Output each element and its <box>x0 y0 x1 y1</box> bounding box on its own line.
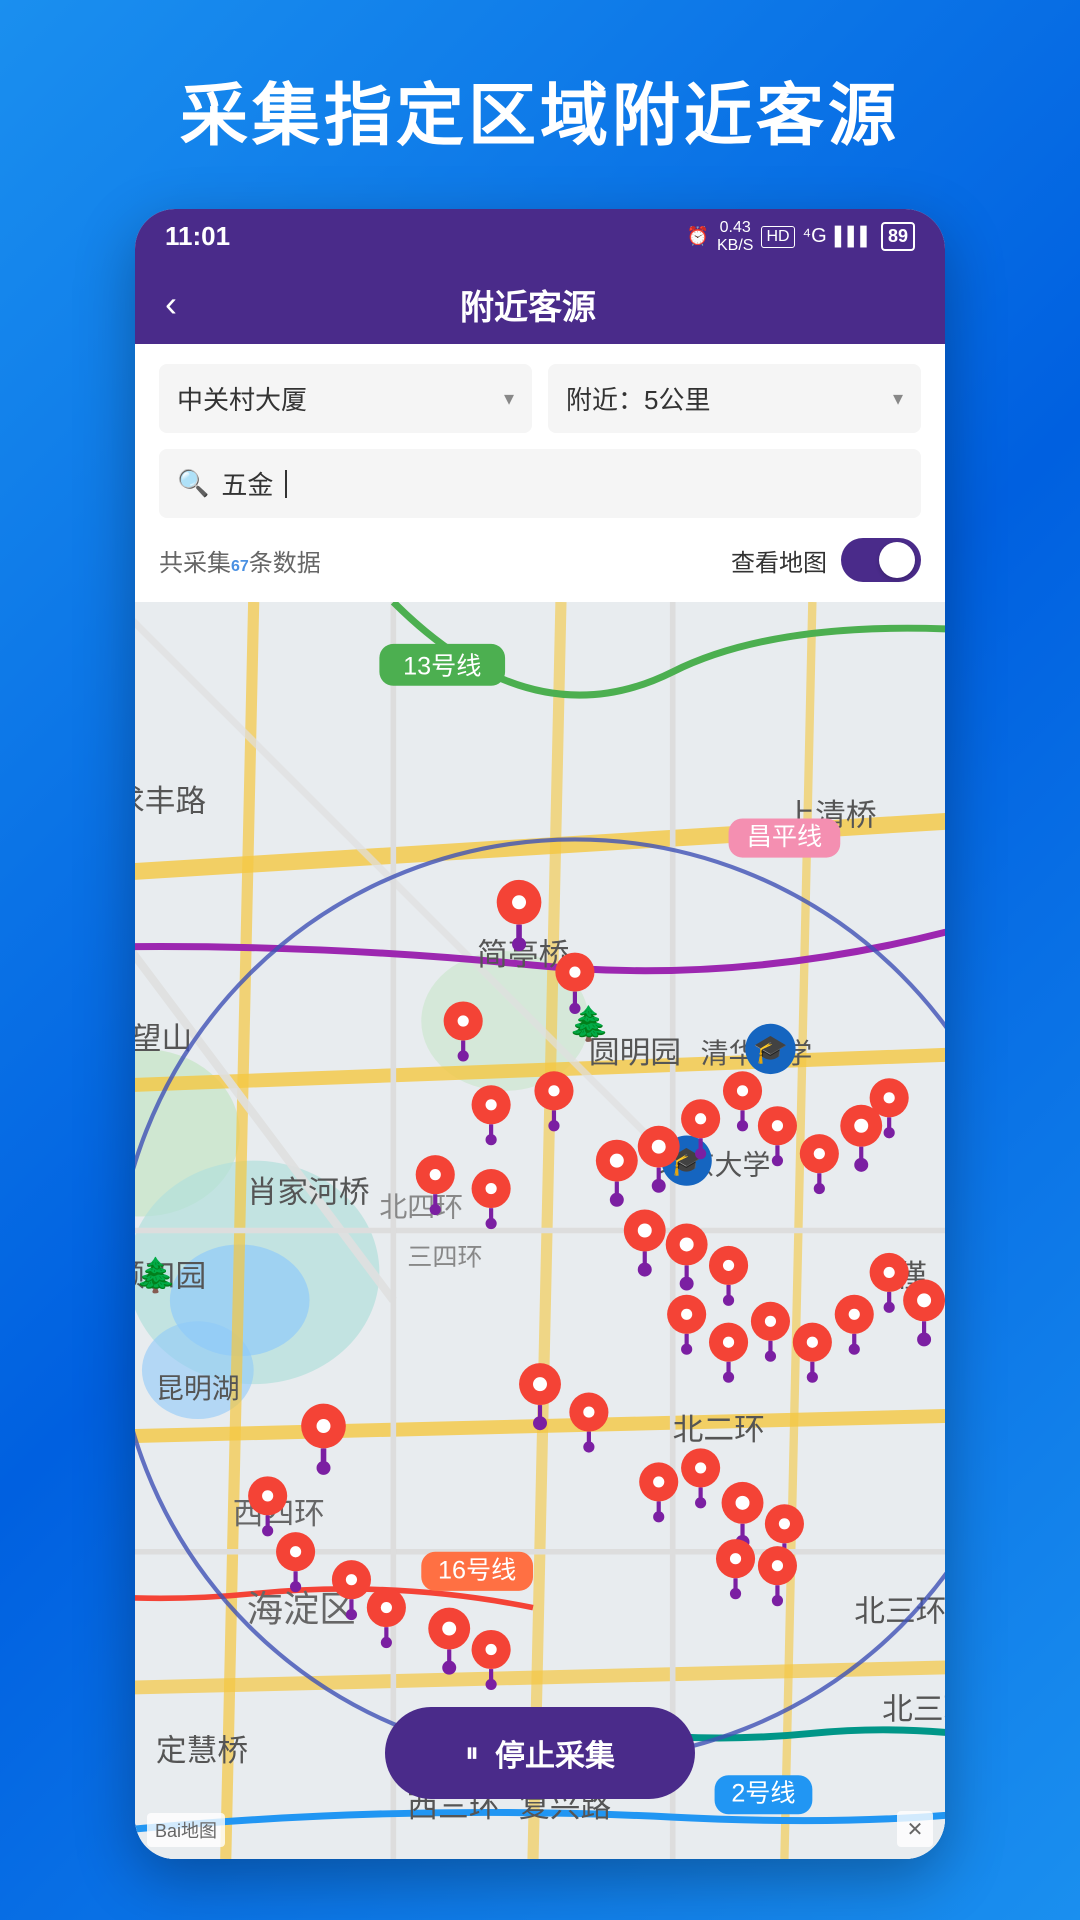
map-toggle-switch[interactable] <box>841 538 921 582</box>
svg-text:定慧桥: 定慧桥 <box>156 1733 248 1768</box>
map-area[interactable]: 求丰路 百望山 肖家河桥 颐和园 昆明湖 西四环 海淀区 定慧桥 西三环 复兴路… <box>135 602 945 1859</box>
svg-text:16号线: 16号线 <box>438 1556 516 1584</box>
range-dropdown-value: 附近：5公里 <box>566 380 710 417</box>
stats-row: 共采集67条数据 查看地图 <box>159 532 921 592</box>
search-icon: 🔍 <box>177 468 209 499</box>
svg-text:13号线: 13号线 <box>403 653 481 681</box>
hd-badge: HD <box>761 226 794 248</box>
svg-text:北二环: 北二环 <box>673 1412 765 1447</box>
toggle-knob <box>879 542 915 578</box>
pause-icon: ⏸ <box>465 1737 479 1770</box>
network-icon: ⁴G <box>803 225 827 248</box>
map-toggle-row: 查看地图 <box>731 538 921 582</box>
close-map-button[interactable]: ✕ <box>897 1811 933 1847</box>
location-dropdown-arrow: ▾ <box>504 386 514 411</box>
dropdown-row: 中关村大厦 ▾ 附近：5公里 ▾ <box>159 364 921 433</box>
alarm-icon: ⏰ <box>687 226 709 247</box>
signal-icon: ▌▌▌ <box>835 226 873 247</box>
svg-text:2号线: 2号线 <box>731 1780 795 1808</box>
app-header: ‹ 附近客源 <box>135 264 945 344</box>
baidu-watermark: Bai地图 <box>147 1813 225 1847</box>
text-cursor <box>285 470 287 498</box>
svg-text:北四环: 北四环 <box>379 1192 463 1223</box>
svg-text:北三环: 北三环 <box>854 1594 945 1629</box>
svg-text:百望山: 百望山 <box>135 1021 192 1056</box>
stats-prefix: 共采集 <box>159 550 231 577</box>
range-dropdown[interactable]: 附近：5公里 ▾ <box>548 364 921 433</box>
search-box[interactable]: 🔍 五金 <box>159 449 921 518</box>
stats-info: 共采集67条数据 <box>159 543 321 578</box>
controls-area: 中关村大厦 ▾ 附近：5公里 ▾ 🔍 五金 共采集67条数据 查看地图 <box>135 344 945 602</box>
map-svg: 求丰路 百望山 肖家河桥 颐和园 昆明湖 西四环 海淀区 定慧桥 西三环 复兴路… <box>135 602 945 1859</box>
location-dropdown[interactable]: 中关村大厦 ▾ <box>159 364 532 433</box>
svg-text:肖家河桥: 肖家河桥 <box>247 1175 370 1210</box>
svg-text:🌲: 🌲 <box>135 1255 177 1294</box>
phone-frame: 11:01 ⏰ 0.43KB/S HD ⁴G ▌▌▌ 89 ‹ 附近客源 中关村… <box>135 209 945 1859</box>
status-icons: ⏰ 0.43KB/S HD ⁴G ▌▌▌ 89 <box>687 219 915 254</box>
headline-text: 采集指定区域附近客源 <box>180 60 900 159</box>
range-dropdown-arrow: ▾ <box>893 386 903 411</box>
speed-indicator: 0.43KB/S <box>717 219 753 254</box>
back-button[interactable]: ‹ <box>165 283 177 325</box>
stop-collect-button[interactable]: ⏸ 停止采集 <box>385 1707 695 1799</box>
svg-text:🎓: 🎓 <box>753 1034 788 1066</box>
svg-text:昌平线: 昌平线 <box>747 823 822 851</box>
stats-count: 67 <box>231 558 249 575</box>
svg-text:昆明湖: 昆明湖 <box>156 1373 240 1404</box>
svg-text:三四环: 三四环 <box>407 1243 482 1271</box>
battery-indicator: 89 <box>881 222 915 251</box>
stats-suffix: 条数据 <box>249 550 321 577</box>
search-input[interactable]: 五金 <box>221 465 273 502</box>
page-title: 附近客源 <box>197 280 859 329</box>
map-toggle-label: 查看地图 <box>731 543 827 578</box>
svg-text:求丰路: 求丰路 <box>135 784 206 819</box>
svg-text:北三环: 北三环 <box>882 1691 945 1726</box>
stop-button-label: 停止采集 <box>495 1731 615 1775</box>
status-time: 11:01 <box>165 221 230 252</box>
status-bar: 11:01 ⏰ 0.43KB/S HD ⁴G ▌▌▌ 89 <box>135 209 945 264</box>
location-dropdown-value: 中关村大厦 <box>177 380 307 417</box>
